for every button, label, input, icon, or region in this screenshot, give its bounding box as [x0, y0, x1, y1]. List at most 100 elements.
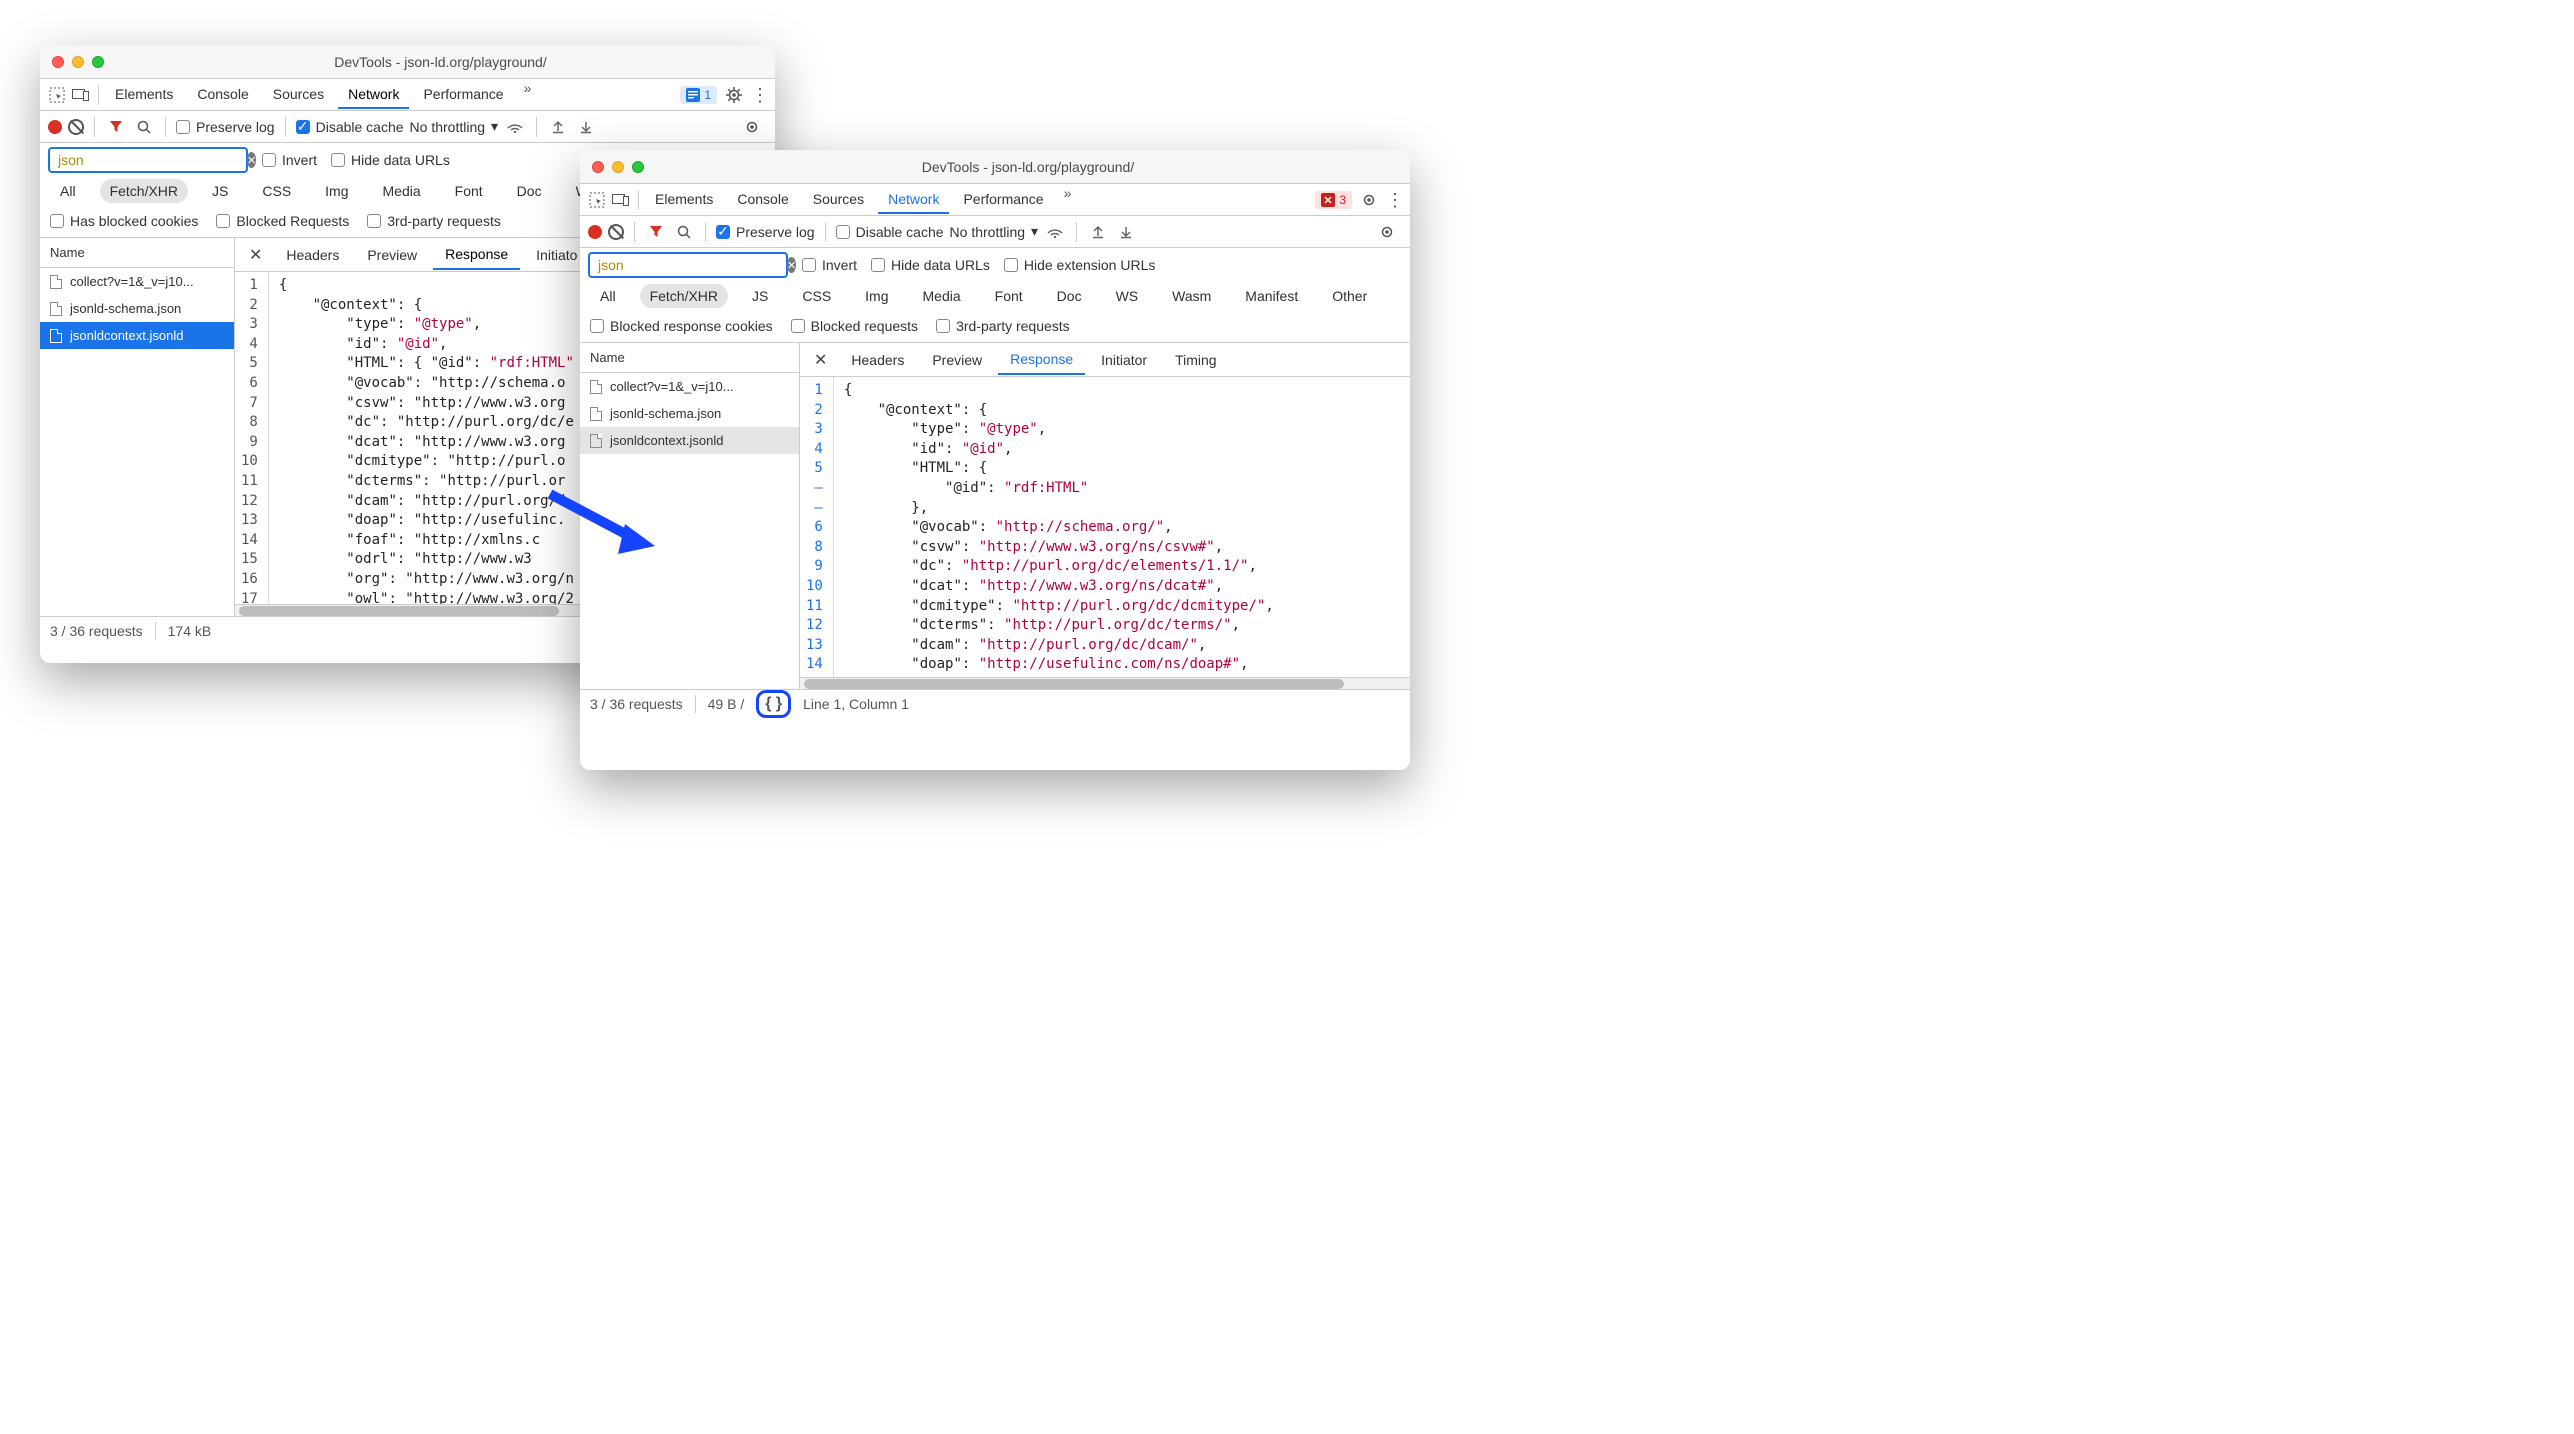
request-row[interactable]: jsonldcontext.jsonld — [580, 427, 799, 454]
request-row[interactable]: collect?v=1&_v=j10... — [40, 268, 234, 295]
request-row[interactable]: jsonldcontext.jsonld — [40, 322, 234, 349]
tab-console[interactable]: Console — [187, 80, 258, 109]
invert-checkbox[interactable]: Invert — [802, 257, 857, 273]
filter-input[interactable]: ✕ — [588, 252, 788, 278]
detail-tab-headers[interactable]: Headers — [839, 346, 916, 374]
request-row[interactable]: collect?v=1&_v=j10... — [580, 373, 799, 400]
close-detail-icon[interactable]: ✕ — [806, 350, 835, 370]
filter-icon[interactable] — [645, 221, 667, 243]
record-button[interactable] — [588, 225, 602, 239]
device-toolbar-icon[interactable] — [610, 189, 632, 211]
hide-data-urls-checkbox[interactable]: Hide data URLs — [871, 257, 990, 273]
settings-icon[interactable] — [1358, 189, 1380, 211]
import-har-icon[interactable] — [547, 116, 569, 138]
network-conditions-icon[interactable] — [1044, 221, 1066, 243]
type-fetchxhr[interactable]: Fetch/XHR — [640, 284, 728, 308]
blocked-cookies-checkbox[interactable]: Blocked response cookies — [590, 318, 773, 334]
close-window-button[interactable] — [52, 56, 64, 68]
record-button[interactable] — [48, 120, 62, 134]
type-js[interactable]: JS — [742, 284, 778, 308]
name-column-header[interactable]: Name — [40, 238, 234, 268]
throttling-select[interactable]: No throttling▾ — [410, 118, 499, 135]
clear-button[interactable] — [608, 224, 624, 240]
tab-console[interactable]: Console — [727, 185, 798, 214]
settings-icon[interactable] — [723, 84, 745, 106]
search-icon[interactable] — [673, 221, 695, 243]
detail-tab-preview[interactable]: Preview — [920, 346, 994, 374]
type-doc[interactable]: Doc — [1047, 284, 1092, 308]
type-css[interactable]: CSS — [792, 284, 841, 308]
type-ws[interactable]: WS — [1106, 284, 1149, 308]
type-doc[interactable]: Doc — [507, 179, 552, 203]
inspect-icon[interactable] — [46, 84, 68, 106]
invert-checkbox[interactable]: Invert — [262, 152, 317, 168]
request-row[interactable]: jsonld-schema.json — [40, 295, 234, 322]
detail-tab-headers[interactable]: Headers — [274, 241, 351, 269]
blocked-requests-checkbox[interactable]: Blocked requests — [791, 318, 918, 334]
network-settings-icon[interactable] — [1376, 221, 1398, 243]
more-tabs-icon[interactable]: » — [1058, 185, 1078, 214]
network-settings-icon[interactable] — [741, 116, 763, 138]
blocked-cookies-checkbox[interactable]: Has blocked cookies — [50, 213, 198, 229]
hide-extension-urls-checkbox[interactable]: Hide extension URLs — [1004, 257, 1156, 273]
minimize-window-button[interactable] — [612, 161, 624, 173]
tab-network[interactable]: Network — [878, 185, 949, 214]
export-har-icon[interactable] — [575, 116, 597, 138]
import-har-icon[interactable] — [1087, 221, 1109, 243]
tab-elements[interactable]: Elements — [645, 185, 723, 214]
clear-button[interactable] — [68, 119, 84, 135]
type-all[interactable]: All — [590, 284, 626, 308]
maximize-window-button[interactable] — [632, 161, 644, 173]
detail-tab-response[interactable]: Response — [433, 240, 520, 270]
type-fetchxhr[interactable]: Fetch/XHR — [100, 179, 188, 203]
detail-tab-preview[interactable]: Preview — [355, 241, 429, 269]
export-har-icon[interactable] — [1115, 221, 1137, 243]
tab-performance[interactable]: Performance — [413, 80, 513, 109]
type-media[interactable]: Media — [373, 179, 431, 203]
hide-data-urls-checkbox[interactable]: Hide data URLs — [331, 152, 450, 168]
type-all[interactable]: All — [50, 179, 86, 203]
detail-tab-initiator[interactable]: Initiator — [1089, 346, 1159, 374]
third-party-checkbox[interactable]: 3rd-party requests — [936, 318, 1070, 334]
type-wasm[interactable]: Wasm — [1162, 284, 1221, 308]
maximize-window-button[interactable] — [92, 56, 104, 68]
issues-badge[interactable]: 1 — [680, 86, 717, 104]
type-media[interactable]: Media — [913, 284, 971, 308]
horizontal-scrollbar[interactable] — [800, 677, 1410, 689]
type-img[interactable]: Img — [315, 179, 358, 203]
request-row[interactable]: jsonld-schema.json — [580, 400, 799, 427]
close-detail-icon[interactable]: ✕ — [241, 245, 270, 265]
disable-cache-checkbox[interactable]: ✓Disable cache — [296, 119, 404, 135]
filter-icon[interactable] — [105, 116, 127, 138]
type-css[interactable]: CSS — [252, 179, 301, 203]
tab-network[interactable]: Network — [338, 80, 409, 109]
name-column-header[interactable]: Name — [580, 343, 799, 373]
detail-tab-timing[interactable]: Timing — [1163, 346, 1229, 374]
tab-performance[interactable]: Performance — [953, 185, 1053, 214]
type-font[interactable]: Font — [985, 284, 1033, 308]
inspect-icon[interactable] — [586, 189, 608, 211]
preserve-log-checkbox[interactable]: ✓Preserve log — [716, 224, 815, 240]
blocked-requests-checkbox[interactable]: Blocked Requests — [216, 213, 349, 229]
device-toolbar-icon[interactable] — [70, 84, 92, 106]
close-window-button[interactable] — [592, 161, 604, 173]
disable-cache-checkbox[interactable]: Disable cache — [836, 224, 944, 240]
type-img[interactable]: Img — [855, 284, 898, 308]
minimize-window-button[interactable] — [72, 56, 84, 68]
detail-tab-response[interactable]: Response — [998, 345, 1085, 375]
pretty-print-button[interactable]: { } — [756, 690, 791, 718]
more-tabs-icon[interactable]: » — [518, 80, 538, 109]
clear-filter-icon[interactable]: ✕ — [247, 152, 256, 168]
type-js[interactable]: JS — [202, 179, 238, 203]
network-conditions-icon[interactable] — [504, 116, 526, 138]
tab-elements[interactable]: Elements — [105, 80, 183, 109]
code-lines[interactable]: { "@context": { "type": "@type", "id": "… — [834, 377, 1274, 677]
errors-badge[interactable]: 3 — [1315, 191, 1352, 209]
tab-sources[interactable]: Sources — [803, 185, 874, 214]
type-other[interactable]: Other — [1322, 284, 1377, 308]
tab-sources[interactable]: Sources — [263, 80, 334, 109]
third-party-checkbox[interactable]: 3rd-party requests — [367, 213, 501, 229]
search-icon[interactable] — [133, 116, 155, 138]
filter-input[interactable]: ✕ — [48, 147, 248, 173]
type-manifest[interactable]: Manifest — [1235, 284, 1308, 308]
